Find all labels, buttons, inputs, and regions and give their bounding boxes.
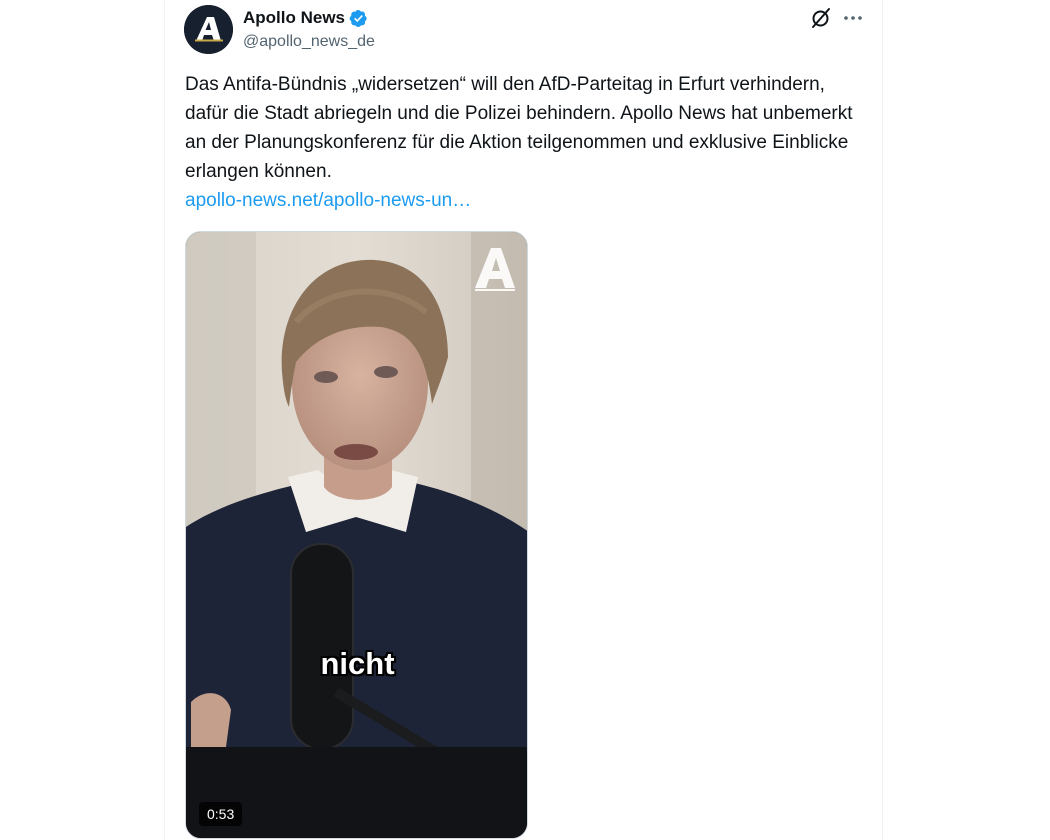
verified-badge-icon[interactable] [349,9,368,28]
page: Apollo News @apollo_news_de Das Antifa-B… [0,0,1050,840]
watermark-logo-icon [473,244,517,292]
apollo-logo-icon [184,5,233,54]
more-icon[interactable] [841,6,865,30]
video-duration: 0:53 [199,802,243,826]
post-card[interactable]: Apollo News @apollo_news_de Das Antifa-B… [164,0,883,840]
video-subtitle: nicht [320,646,395,681]
avatar[interactable] [184,5,233,54]
author-name-label[interactable]: Apollo News [243,8,345,28]
video-frame [186,232,527,838]
post-text: Das Antifa-Bündnis „widersetzen“ will de… [185,70,865,215]
author-name[interactable]: Apollo News [243,8,368,28]
post-link[interactable]: apollo-news.net/apollo-news-un… [185,186,471,215]
author-handle[interactable]: @apollo_news_de [243,33,375,51]
post-body: Das Antifa-Bündnis „widersetzen“ will de… [185,74,853,182]
video-player[interactable]: nicht 0:53 [185,231,528,839]
grok-icon[interactable] [809,6,833,30]
